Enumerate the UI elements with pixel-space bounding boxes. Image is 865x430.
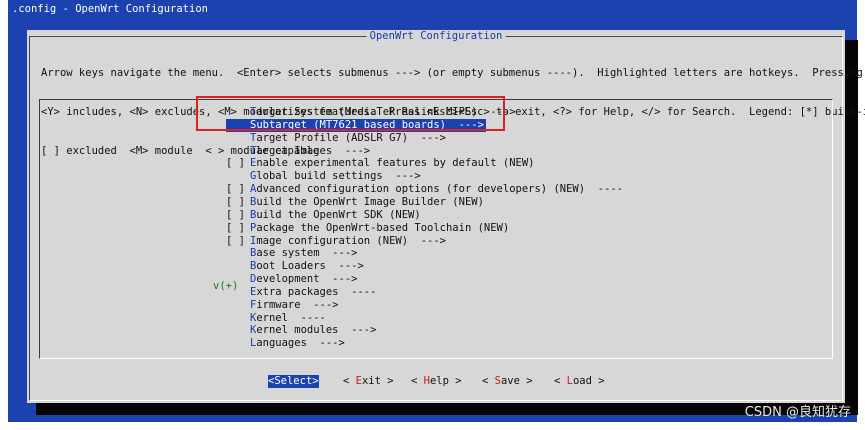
terminal-window: .config - OpenWrt Configuration OpenWrt … — [8, 0, 865, 422]
menu-item-label: dvanced configuration options (for devel… — [256, 183, 623, 196]
menu-item-label: uild the OpenWrt Image Builder (NEW) — [256, 195, 484, 208]
checkbox[interactable]: [ ] — [226, 157, 245, 170]
exit-button[interactable]: < Exit > — [343, 375, 394, 388]
window-title: .config - OpenWrt Configuration — [12, 3, 208, 15]
menu-item-label: oot Loaders ---> — [256, 260, 364, 273]
checkbox[interactable]: [ ] — [226, 235, 245, 248]
menu-item-label: arget Images ---> — [256, 144, 371, 157]
more-indicator: v(+) — [213, 280, 239, 292]
menu-item-label: ernel ---- — [256, 311, 326, 324]
menu-item-label: xtra packages ---- — [256, 285, 377, 298]
menu-item-label: anguages ---> — [256, 337, 345, 350]
load-button[interactable]: < Load > — [554, 375, 605, 388]
menu-list: Target System (MediaTek Ralink MIPS) ---… — [39, 99, 833, 359]
button-bar: <Select> < Exit > < Help > < Save > < Load > — [27, 375, 845, 389]
annotation-highlight-box — [196, 96, 505, 131]
menu-item-label: arget Profile (ADSLR G7) ---> — [256, 131, 446, 144]
checkbox[interactable]: [ ] — [226, 196, 245, 209]
menu-item-label: irmware ---> — [256, 298, 339, 311]
menu-item-label: ackage the OpenWrt-based Toolchain (NEW) — [256, 221, 510, 234]
checkbox[interactable]: [ ] — [226, 209, 245, 222]
help-button[interactable]: < Help > — [411, 375, 462, 388]
save-button[interactable]: < Save > — [482, 375, 533, 388]
menu-item-label: ase system ---> — [256, 247, 358, 260]
menu-item-label: nable experimental features by default (… — [256, 157, 535, 170]
help-line-1: Arrow keys navigate the menu. <Enter> se… — [41, 67, 863, 79]
checkbox[interactable]: [ ] — [226, 222, 245, 235]
menu-item-label: evelopment ---> — [256, 273, 358, 286]
config-dialog: OpenWrt Configuration Arrow keys navigat… — [27, 30, 865, 403]
checkbox[interactable]: [ ] — [226, 183, 245, 196]
select-button[interactable]: <Select> — [268, 375, 319, 388]
menu-item-label: uild the OpenWrt SDK (NEW) — [256, 208, 421, 221]
menu-item-label: lobal build settings ---> — [256, 170, 421, 183]
menu-item-label: ernel modules ---> — [256, 324, 377, 337]
menu-item-label: mage configuration (NEW) ---> — [256, 234, 446, 247]
watermark: CSDN @良知犹存 — [744, 405, 851, 420]
